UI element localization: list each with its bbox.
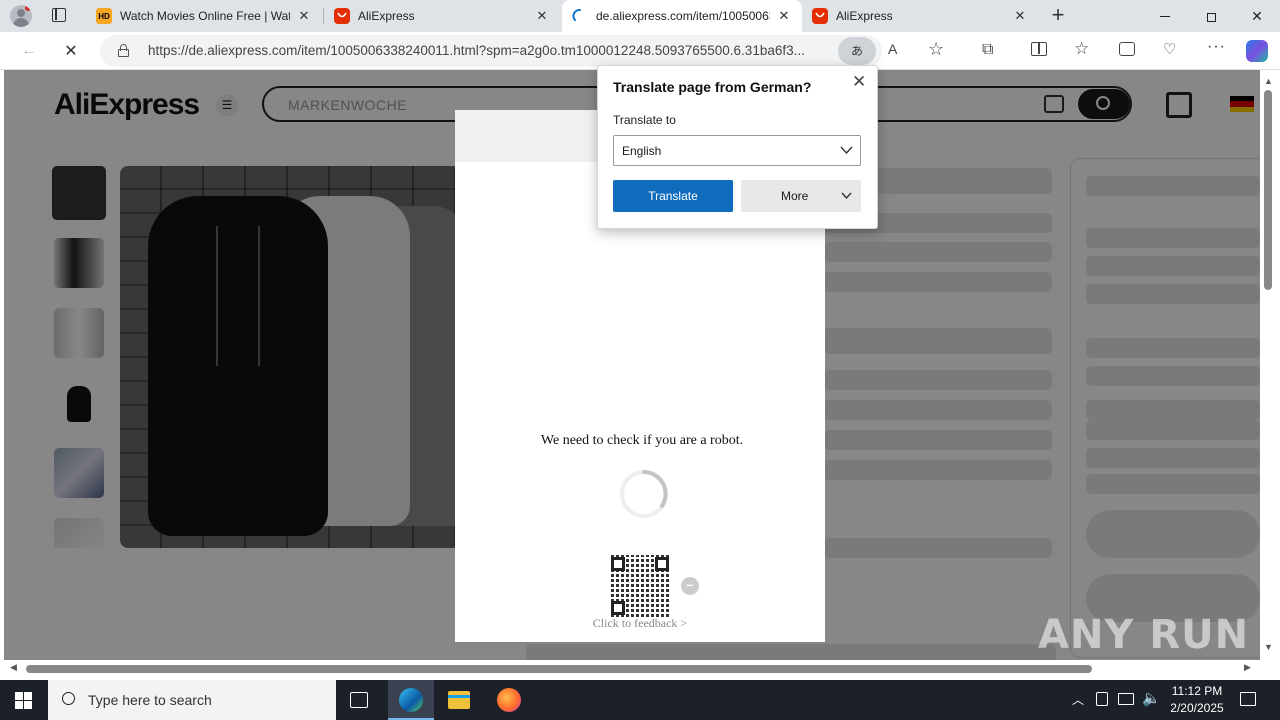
scroll-left-icon[interactable]: ◀ <box>10 662 17 673</box>
close-window-button[interactable]: ✕ <box>1234 0 1280 32</box>
volume-icon[interactable]: 🔈 <box>1142 689 1161 707</box>
captcha-message: We need to check if you are a robot. <box>540 433 744 448</box>
close-tab-icon[interactable]: ✕ <box>296 8 312 24</box>
translate-popup: Translate page from German? ✕ Translate … <box>597 65 878 229</box>
browser-essentials-icon[interactable]: ♡ <box>1163 40 1176 58</box>
tab-actions-icon[interactable] <box>52 8 66 22</box>
scroll-down-icon[interactable]: ▼ <box>1264 642 1273 652</box>
hd-favicon-icon: HD <box>96 8 112 24</box>
network-icon[interactable] <box>1118 693 1134 705</box>
scroll-thumb[interactable] <box>26 665 1092 673</box>
new-tab-button[interactable]: + <box>1046 4 1070 28</box>
tab-title: Watch Movies Online Free | Watch <box>120 9 290 23</box>
tab-title: AliExpress <box>358 9 415 23</box>
notification-icon[interactable] <box>1240 692 1256 706</box>
windows-taskbar: Type here to search ︿ 🔈 11:12 PM 2/20/20… <box>0 680 1280 720</box>
tray-device-icon[interactable] <box>1096 692 1108 706</box>
chevron-down-icon <box>841 192 852 200</box>
file-explorer-icon[interactable] <box>448 691 470 709</box>
more-menu-icon[interactable]: ··· <box>1207 38 1226 56</box>
anyrun-watermark: ANY RUN <box>1038 612 1250 658</box>
read-aloud-icon[interactable]: A <box>888 41 897 57</box>
close-tab-icon[interactable]: ✕ <box>1012 8 1028 24</box>
tab-bar: HD Watch Movies Online Free | Watch ✕ Al… <box>0 0 1280 32</box>
url-text[interactable]: https://de.aliexpress.com/item/100500633… <box>148 43 838 58</box>
tab-aliexpress-1[interactable]: AliExpress ✕ <box>324 0 560 32</box>
language-value: English <box>622 144 662 158</box>
search-icon <box>62 692 75 705</box>
tab-title: de.aliexpress.com/item/1005006338240011.… <box>596 9 770 23</box>
tray-chevron-icon[interactable]: ︿ <box>1072 691 1084 708</box>
clock-time[interactable]: 11:12 PM <box>1160 684 1234 698</box>
tab-aliexpress-2[interactable]: AliExpress ✕ <box>802 0 1038 32</box>
task-view-icon[interactable] <box>350 692 368 708</box>
collapse-icon[interactable]: – <box>681 577 699 595</box>
windows-start-icon[interactable] <box>15 692 32 709</box>
collections-icon[interactable] <box>1119 42 1135 56</box>
aliexpress-favicon-icon <box>812 8 828 24</box>
language-select[interactable]: English <box>613 135 861 166</box>
scroll-thumb[interactable] <box>1264 90 1272 290</box>
edge-taskbar-icon[interactable] <box>388 680 434 720</box>
tab-active[interactable]: de.aliexpress.com/item/1005006338240011.… <box>562 0 802 32</box>
loading-spinner-icon <box>572 8 588 24</box>
translate-icon[interactable]: あ <box>838 37 876 65</box>
firefox-icon[interactable] <box>497 688 521 712</box>
stop-loading-icon[interactable]: ✕ <box>56 37 86 65</box>
horizontal-scrollbar[interactable]: ◀ ▶ <box>0 660 1260 678</box>
minimize-button[interactable] <box>1142 0 1188 32</box>
profile-avatar[interactable] <box>10 5 32 27</box>
tab-title: AliExpress <box>836 9 893 23</box>
scroll-right-icon[interactable]: ▶ <box>1244 662 1251 673</box>
favorites-icon[interactable]: ☆ <box>1074 39 1089 59</box>
restore-button[interactable] <box>1188 0 1234 32</box>
translate-button[interactable]: Translate <box>613 180 733 212</box>
aliexpress-favicon-icon <box>334 8 350 24</box>
more-button[interactable]: More <box>741 180 861 212</box>
scroll-up-icon[interactable]: ▲ <box>1264 76 1273 86</box>
taskbar-search-placeholder[interactable]: Type here to search <box>88 692 212 708</box>
qr-code[interactable] <box>609 555 671 617</box>
clock-date[interactable]: 2/20/2025 <box>1160 701 1234 715</box>
tab-movies[interactable]: HD Watch Movies Online Free | Watch ✕ <box>86 0 322 32</box>
close-tab-icon[interactable]: ✕ <box>534 8 550 24</box>
chevron-down-icon <box>840 146 853 155</box>
loading-spinner-icon <box>620 470 668 518</box>
translate-title: Translate page from German? <box>613 79 812 95</box>
split-screen-icon[interactable] <box>1031 42 1047 56</box>
lock-icon[interactable] <box>118 44 129 57</box>
copilot-icon[interactable] <box>1246 40 1268 62</box>
taskbar-search-box[interactable]: Type here to search <box>48 680 336 720</box>
close-popup-icon[interactable]: ✕ <box>852 72 866 92</box>
vertical-scrollbar[interactable]: ▲ ▼ <box>1260 70 1280 660</box>
feedback-link[interactable]: Click to feedback > <box>455 616 825 631</box>
extensions-icon[interactable]: ⧉ <box>982 41 993 59</box>
address-bar[interactable]: https://de.aliexpress.com/item/100500633… <box>100 35 944 67</box>
more-label: More <box>781 189 809 203</box>
translate-to-label: Translate to <box>613 113 676 127</box>
favorite-star-icon[interactable]: ☆ <box>928 39 944 60</box>
close-tab-icon[interactable]: ✕ <box>776 8 792 24</box>
back-icon[interactable]: ← <box>14 37 44 65</box>
